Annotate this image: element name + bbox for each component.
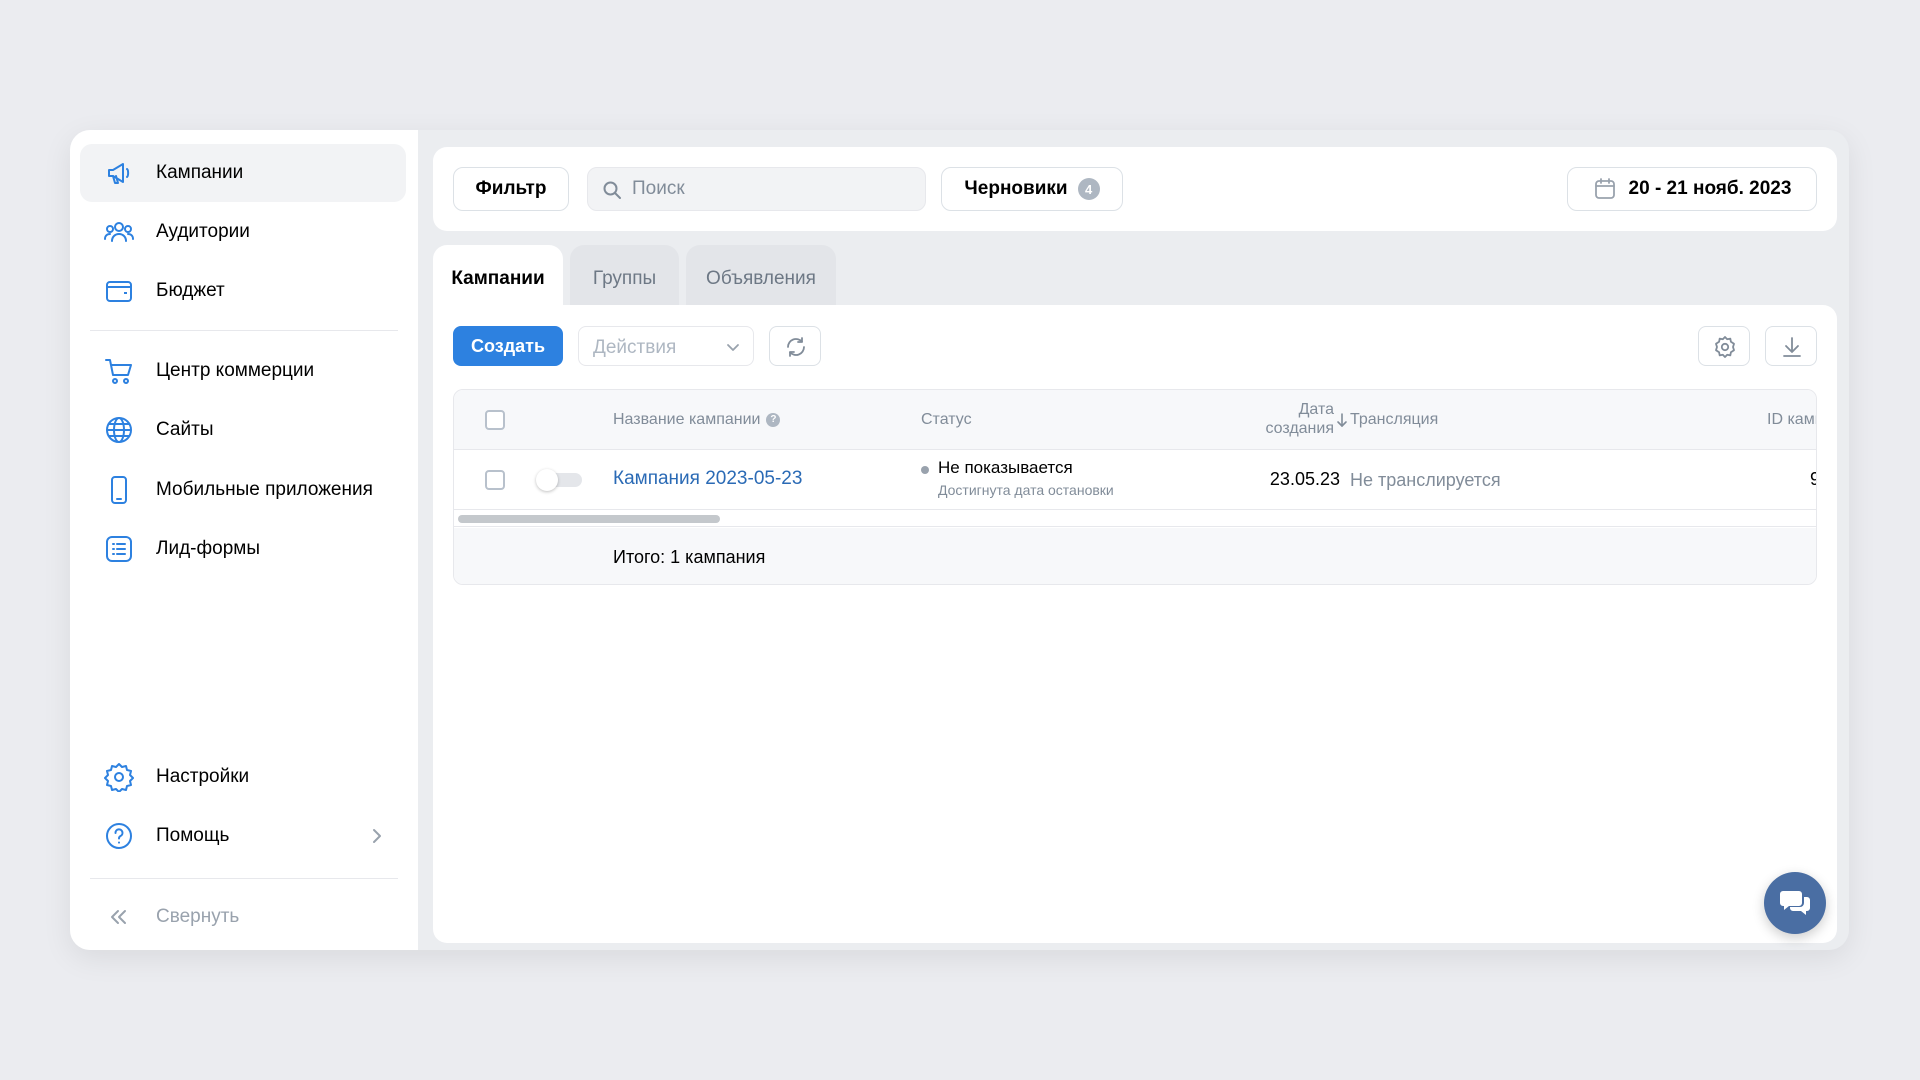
megaphone-icon: [108, 163, 130, 184]
horizontal-scrollbar[interactable]: [454, 511, 1816, 527]
users-icon: [104, 222, 134, 242]
refresh-button[interactable]: [769, 326, 821, 366]
sidebar-item-audiences[interactable]: Аудитории: [80, 203, 406, 261]
broadcast-status: Не транслируется: [1350, 470, 1501, 490]
refresh-icon: [787, 337, 805, 357]
sidebar-collapse-button[interactable]: Свернуть: [80, 888, 406, 946]
sidebar-item-label: Сайты: [156, 419, 214, 440]
sidebar-item-label: Центр коммерции: [156, 360, 315, 381]
column-header-created-line1: Дата: [1298, 401, 1334, 418]
total-count: Итого: 1 кампания: [613, 547, 766, 567]
sort-arrow-down-icon[interactable]: [1336, 412, 1348, 428]
sidebar-item-lead-forms[interactable]: Лид-формы: [80, 520, 406, 578]
sidebar-item-label: Бюджет: [156, 280, 225, 301]
search-icon: [603, 181, 621, 199]
table-header: Название кампании? Статус Дата создания …: [454, 390, 1816, 450]
date-range-picker[interactable]: 20 - 21 нояб. 2023: [1567, 167, 1817, 211]
double-chevron-left-icon: [111, 910, 126, 924]
globe-icon: [106, 417, 132, 443]
sidebar-item-label: Настройки: [156, 766, 250, 787]
toggle-knob: [536, 469, 558, 491]
sidebar-item-campaigns[interactable]: Кампании: [80, 144, 406, 202]
campaign-toggle[interactable]: [536, 469, 582, 491]
table-row[interactable]: Кампания 2023-05-23 Не показывается Дост…: [454, 450, 1816, 510]
status-dot: [921, 466, 929, 474]
drafts-count-badge: 4: [1077, 178, 1100, 200]
column-header-status[interactable]: Статус: [921, 411, 972, 429]
table-settings-button[interactable]: [1698, 326, 1750, 366]
wallet-icon: [106, 281, 132, 302]
top-filter-bar: Фильтр Черновики 4 20 - 21 нояб. 2023: [433, 147, 1837, 231]
chat-button[interactable]: [1764, 872, 1826, 934]
app-window: Кампании Аудитории Бюджет Центр коммерци…: [70, 130, 1849, 950]
question-icon[interactable]: ?: [766, 412, 781, 427]
sidebar-item-label: Аудитории: [156, 221, 250, 242]
row-checkbox[interactable]: [485, 470, 505, 490]
search-input[interactable]: [632, 168, 912, 210]
date-range-label: 20 - 21 нояб. 2023: [1628, 178, 1792, 199]
status-detail: Достигнута дата остановки: [938, 482, 1114, 498]
sidebar-item-help[interactable]: Помощь: [80, 807, 406, 865]
sidebar-item-label: Кампании: [156, 162, 244, 183]
sidebar-divider: [90, 330, 398, 331]
chevron-down-icon: [727, 344, 739, 351]
drafts-label: Черновики: [964, 178, 1068, 199]
tab-ads[interactable]: Объявления: [686, 245, 836, 313]
search-field[interactable]: [587, 167, 926, 211]
sidebar-item-label: Помощь: [156, 825, 230, 846]
drafts-button[interactable]: Черновики 4: [941, 167, 1123, 211]
scrollbar-thumb[interactable]: [458, 515, 720, 523]
campaigns-table: Название кампании? Статус Дата создания …: [453, 389, 1817, 585]
tab-groups[interactable]: Группы: [570, 245, 679, 313]
campaign-name-link[interactable]: Кампания 2023-05-23: [613, 468, 802, 490]
create-button[interactable]: Создать: [453, 326, 563, 366]
sidebar: Кампании Аудитории Бюджет Центр коммерци…: [70, 130, 418, 950]
chat-bubbles-icon: [1780, 891, 1810, 915]
main-content: Создать Действия Название кампании ? Ста…: [433, 305, 1837, 943]
download-icon: [1783, 337, 1801, 357]
actions-label: Действия: [593, 337, 677, 358]
cart-icon: [105, 359, 132, 384]
sidebar-item-sites[interactable]: Сайты: [80, 401, 406, 459]
gear-icon: [1715, 336, 1735, 358]
column-header-name-label: Название кампании: [613, 411, 761, 428]
sidebar-divider: [90, 878, 398, 879]
phone-icon: [111, 476, 127, 504]
table-footer: Итого: 1 кампания: [454, 528, 1816, 584]
column-header-name[interactable]: Название кампании?: [613, 411, 781, 429]
created-date: 23.05.23: [1269, 469, 1340, 489]
sidebar-item-settings[interactable]: Настройки: [80, 748, 406, 806]
select-all-checkbox[interactable]: [485, 410, 505, 430]
column-header-created[interactable]: Дата создания: [1214, 400, 1334, 438]
sidebar-item-commerce[interactable]: Центр коммерции: [80, 342, 406, 400]
actions-select[interactable]: Действия: [578, 326, 754, 366]
question-circle-icon: [106, 823, 132, 849]
tab-campaigns[interactable]: Кампании: [433, 245, 563, 313]
sidebar-item-label: Лид-формы: [156, 538, 260, 559]
collapse-label: Свернуть: [156, 906, 240, 927]
sidebar-item-label: Мобильные приложения: [156, 479, 373, 500]
sidebar-item-mobile-apps[interactable]: Мобильные приложения: [80, 461, 406, 519]
chevron-right-icon: [373, 829, 381, 843]
sidebar-item-budget[interactable]: Бюджет: [80, 262, 406, 320]
column-header-id[interactable]: ID камп: [1767, 411, 1816, 429]
calendar-icon: [1594, 178, 1615, 199]
filter-button[interactable]: Фильтр: [453, 167, 569, 211]
campaign-id-partial: 9: [1810, 469, 1816, 490]
download-button[interactable]: [1765, 326, 1817, 366]
column-header-broadcast[interactable]: Трансляция: [1350, 411, 1438, 429]
status-text: Не показывается: [938, 458, 1073, 477]
gear-icon: [104, 763, 134, 792]
column-header-created-line2: создания: [1265, 420, 1334, 437]
form-icon: [106, 536, 132, 562]
